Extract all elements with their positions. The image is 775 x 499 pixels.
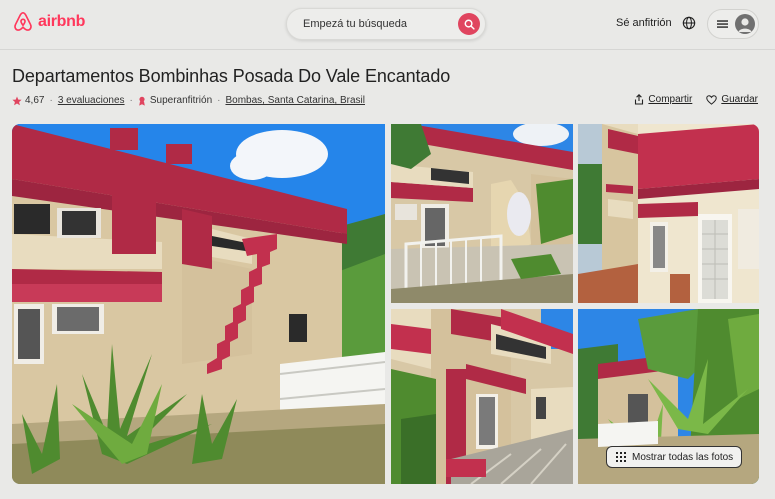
superhost-icon [139,96,145,106]
user-menu-button[interactable] [707,9,759,39]
logo-text: airbnb [38,13,86,30]
search-button[interactable] [458,13,480,35]
globe-icon[interactable] [682,16,696,30]
save-button[interactable]: Guardar [706,94,758,105]
separator: · [217,95,221,106]
avatar [735,14,755,34]
show-all-label: Mostrar todas las fotos [632,451,734,463]
photo-gallery [12,124,759,484]
photo-3[interactable] [578,124,759,303]
rating-value: 4,67 [25,95,45,106]
search-bar[interactable]: Empezá tu búsqueda [286,8,486,40]
photo-main[interactable] [12,124,385,484]
star-icon [12,96,22,105]
save-label: Guardar [721,94,758,105]
menu-icon [717,20,728,28]
listing-meta: 4,67 · 3 evaluaciones · Superanfitrión ·… [12,95,365,106]
location-link[interactable]: Bombas, Santa Catarina, Brasil [225,95,365,106]
show-all-photos-button[interactable]: Mostrar todas las fotos [606,446,742,468]
avatar-icon [738,18,752,32]
become-host-link[interactable]: Sé anfitrión [616,17,672,29]
heart-icon [706,94,718,105]
superhost-badge: Superanfitrión [149,95,213,106]
airbnb-logo-icon [14,12,32,31]
photo-4[interactable] [391,309,573,484]
airbnb-logo[interactable]: airbnb [12,11,85,33]
grid-icon [616,452,626,462]
separator: · [129,95,133,106]
reviews-link[interactable]: 3 evaluaciones [58,95,125,106]
listing-title: Departamentos Bombinhas Posada Do Vale E… [12,66,451,86]
separator: · [49,95,53,106]
share-label: Compartir [648,94,693,105]
search-icon [464,19,475,30]
photo-2[interactable] [391,124,573,303]
search-placeholder[interactable]: Empezá tu búsqueda [303,18,407,30]
listing-actions: Compartir Guardar [634,94,758,105]
share-button[interactable]: Compartir [634,94,692,105]
top-navigation-bar: airbnb Empezá tu búsqueda Sé anfitrión [0,0,775,50]
share-icon [635,94,644,105]
